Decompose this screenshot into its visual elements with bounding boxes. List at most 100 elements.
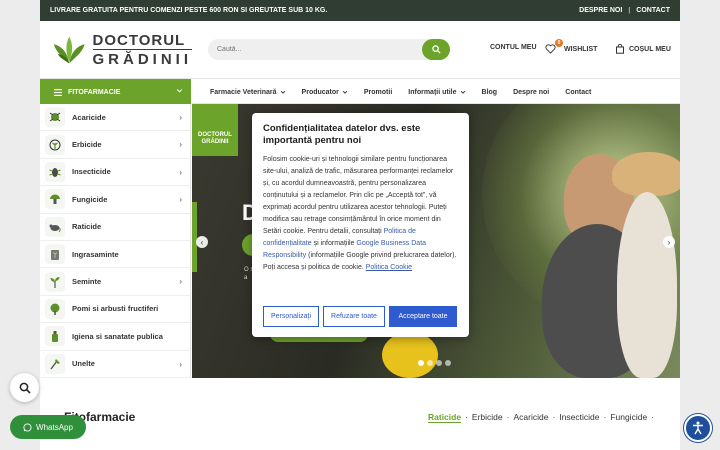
slider-dot[interactable] (418, 360, 424, 366)
chevron-right-icon: › (179, 195, 182, 205)
logo-text: DOCTORUL GRĂDINII (92, 33, 192, 68)
rat-icon (45, 216, 65, 237)
tab-acaricide[interactable]: Acaricide (513, 412, 548, 423)
chevron-down-icon (280, 90, 285, 94)
nav-item-despre-noi[interactable]: Despre noi (513, 89, 549, 96)
nav-item-producator[interactable]: Producator (302, 89, 348, 96)
sidebar-item-label: Insecticide (72, 167, 111, 177)
sidebar-item-label: Pomi si arbusti fructiferi (72, 304, 159, 314)
top-links: DESPRE NOI | CONTACT (579, 7, 670, 14)
cookie-policy-link[interactable]: Politica Cookie (366, 264, 412, 271)
slider-dot[interactable] (436, 360, 442, 366)
sidebar-item-fungicide[interactable]: Fungicide › (40, 186, 190, 214)
sidebar-item-unelte[interactable]: Unelte › (40, 351, 190, 378)
menu-icon (54, 88, 62, 96)
cart-label: COȘUL MEU (629, 45, 671, 53)
account-link[interactable]: CONTUL MEU (490, 44, 537, 51)
fertilizer-icon (45, 244, 65, 265)
sidebar-item-raticide[interactable]: Raticide (40, 214, 190, 241)
weed-icon (45, 134, 65, 155)
logo-line-1: DOCTORUL (92, 33, 192, 50)
nav-item-label: Promotii (363, 88, 393, 96)
sidebar-item-seminte[interactable]: Seminte › (40, 268, 190, 296)
customize-button[interactable]: Personalizați (263, 306, 319, 327)
accessibility-icon (693, 421, 703, 435)
sidebar-item-label: Ingrasaminte (72, 249, 119, 259)
logo-line-2: GRĂDINII (92, 51, 192, 68)
wishlist-count-badge: 0 (555, 39, 563, 47)
nav-item-promotii[interactable]: Promotii (364, 89, 392, 96)
tab-fungicide[interactable]: Fungicide (610, 412, 647, 423)
chevron-down-icon (460, 90, 465, 94)
cookie-body: Folosim cookie-uri și tehnologii similar… (263, 154, 458, 274)
tab-erbicide[interactable]: Erbicide (472, 412, 503, 423)
top-link-despre-noi[interactable]: DESPRE NOI (579, 7, 622, 14)
top-link-contact[interactable]: CONTACT (636, 7, 670, 14)
whatsapp-button[interactable]: WhatsApp (10, 415, 86, 439)
slider-next-button[interactable]: › (663, 236, 675, 248)
chevron-right-icon: › (179, 359, 182, 369)
hygiene-icon (45, 326, 65, 347)
cookie-text: Folosim cookie-uri și tehnologii similar… (263, 155, 454, 235)
chevron-down-icon (342, 90, 348, 94)
logo-leaf-icon (53, 36, 85, 64)
whatsapp-icon (23, 422, 32, 432)
nav-item-informatii-utile[interactable]: Informații utile (408, 89, 465, 96)
chevron-right-icon: › (179, 167, 182, 177)
search-icon (431, 45, 441, 54)
nav-item-blog[interactable]: Blog (482, 89, 498, 96)
nav-item-label: Informații utile (408, 88, 457, 96)
sidebar-item-pomi-si-arbusti-fructiferi[interactable]: Pomi si arbusti fructiferi (40, 296, 190, 324)
category-menu-button[interactable]: FITOFARMACIE (40, 79, 191, 105)
nav-item-farmacie-veterinara[interactable]: Farmacie Veterinară (210, 89, 286, 96)
category-sidebar: Acaricide › Erbicide › Insecticide › Fun… (40, 104, 191, 378)
cart-link[interactable]: COȘUL MEU (615, 44, 671, 54)
sidebar-item-label: Unelte (72, 359, 95, 369)
sidebar-item-erbicide[interactable]: Erbicide › (40, 131, 190, 159)
accessibility-button[interactable] (684, 414, 712, 442)
floating-search-button[interactable] (10, 373, 39, 402)
chevron-right-icon: › (179, 277, 182, 287)
chevron-down-icon (176, 89, 183, 93)
sidebar-item-acaricide[interactable]: Acaricide › (40, 104, 190, 132)
tools-icon (45, 353, 65, 374)
sidebar-item-label: Raticide (72, 222, 102, 232)
tab-insecticide[interactable]: Insecticide (559, 412, 599, 423)
sidebar-item-igiena-si-sanatate-publica[interactable]: Igiena si sanatate publica (40, 323, 190, 351)
hero-flower (382, 332, 438, 378)
accept-all-button[interactable]: Acceptare toate (389, 306, 457, 327)
category-menu-label: FITOFARMACIE (68, 88, 121, 96)
slider-dot[interactable] (427, 360, 433, 366)
sidebar-item-insecticide[interactable]: Insecticide › (40, 159, 190, 187)
hero-logo-line-1: DOCTORUL (198, 132, 232, 138)
cookie-buttons: Personalizați Refuzare toate Acceptare t… (263, 306, 457, 327)
slider-dots (418, 360, 451, 366)
search-button[interactable] (422, 39, 450, 60)
site-header: DOCTORUL GRĂDINII CONTUL MEU 0 WISHLIST … (40, 21, 680, 78)
hero-accent-bar (192, 202, 197, 272)
tab-separator: · (603, 412, 607, 422)
hero-logo-line-2: GRĂDINII (201, 138, 229, 145)
nav-item-label: Despre noi (513, 88, 550, 96)
insect-icon (45, 161, 65, 182)
chevron-right-icon: › (667, 237, 671, 247)
search-input[interactable] (208, 46, 422, 53)
nav-item-contact[interactable]: Contact (565, 89, 591, 96)
top-link-separator: | (628, 7, 631, 14)
slider-dot[interactable] (445, 360, 451, 366)
main-nav: FITOFARMACIE Farmacie Veterinară Produca… (40, 78, 680, 105)
mite-icon (45, 107, 65, 128)
chevron-right-icon: › (179, 140, 182, 150)
cookie-title: Confidențialitatea datelor dvs. este imp… (263, 123, 421, 147)
mushroom-icon (45, 189, 65, 210)
hero-person-woman (617, 192, 677, 378)
sidebar-item-ingrasaminte[interactable]: Ingrasaminte (40, 241, 190, 269)
reject-all-button[interactable]: Refuzare toate (323, 306, 385, 327)
slider-prev-button[interactable]: ‹ (196, 236, 208, 248)
heart-icon (545, 44, 556, 54)
chevron-right-icon: › (179, 113, 182, 122)
wishlist-link[interactable]: 0 WISHLIST (545, 39, 597, 54)
site-logo[interactable]: DOCTORUL GRĂDINII (52, 33, 192, 67)
sidebar-item-label: Igiena si sanatate publica (72, 331, 163, 341)
tab-raticide[interactable]: Raticide (428, 412, 462, 423)
